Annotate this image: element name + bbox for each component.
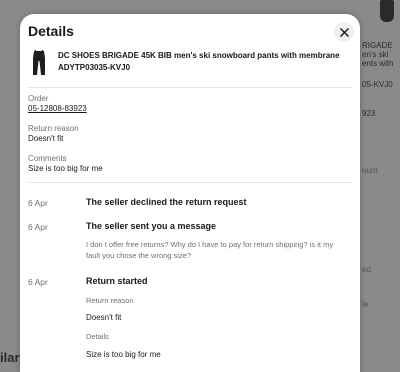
details-value: Size is too big for me [86,350,161,359]
comments-label: Comments [28,154,67,163]
timeline-date: 6 Apr [28,277,48,287]
order-number-link[interactable]: 05-12808-83923 [28,104,87,113]
timeline-date: 6 Apr [28,198,48,208]
background-text: ents with [362,59,394,68]
product-title: DC SHOES BRIGADE 45K BIB men's ski snowb… [58,51,340,72]
divider [28,182,352,183]
background-text: ount [362,166,378,175]
close-icon [339,27,349,37]
timeline-date: 6 Apr [28,222,48,232]
background-product-image [380,0,394,22]
timeline-title: The seller declined the return request [86,197,247,207]
comments-value: Size is too big for me [28,164,103,173]
seller-message: I don t offer free returns? Why do I hav… [86,240,334,260]
return-reason-value: Doesn't fit [86,313,122,322]
background-text: 05-KVJ0 [362,80,393,89]
modal-title: Details [28,23,74,39]
details-label: Details [86,332,109,341]
order-label: Order [28,94,49,103]
divider [28,87,352,88]
return-reason-label: Return reason [28,124,79,133]
ski-pants-thumbnail [33,50,45,75]
product-item[interactable]: DC SHOES BRIGADE 45K BIB men's ski snowb… [28,50,352,82]
background-text: 923 [362,109,376,118]
return-reason-value: Doesn't fit [28,134,64,143]
details-modal: Details DC SHOES BRIGADE 45K BIB men's s… [20,14,360,372]
close-button[interactable] [334,22,354,42]
timeline-title: The seller sent you a message [86,221,217,231]
background-text: le [362,300,369,309]
return-reason-label: Return reason [86,296,134,305]
background-text: ed [362,265,371,274]
timeline-title: Return started [86,276,148,286]
background-heading: ilar [0,350,20,365]
